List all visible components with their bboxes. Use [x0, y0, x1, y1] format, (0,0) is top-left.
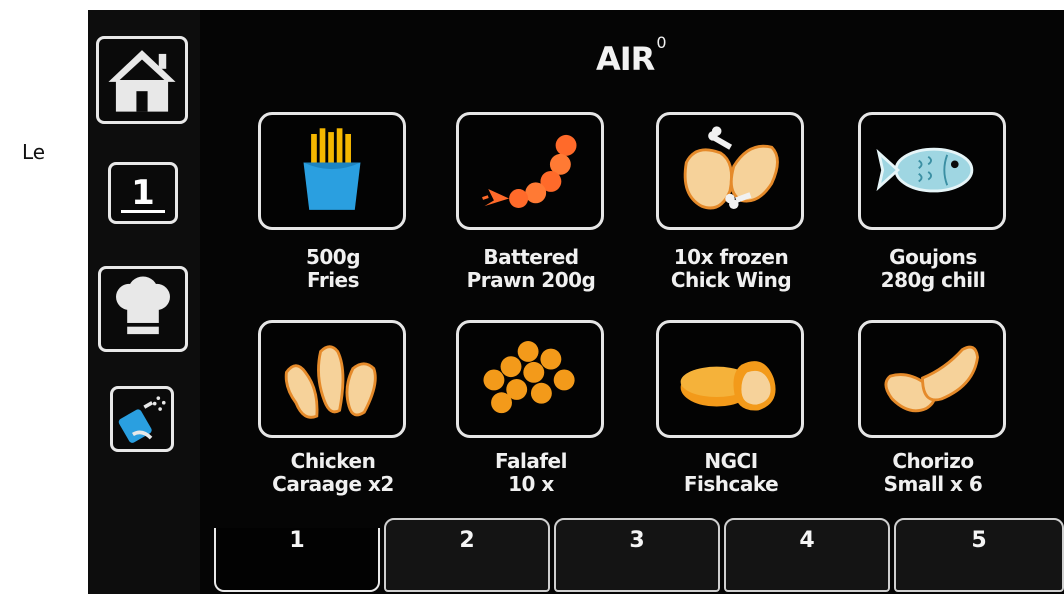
preset-caption: Goujons 280g chill: [880, 245, 986, 292]
preset-chicken-karaage[interactable]: [258, 320, 406, 438]
chef-button[interactable]: [98, 266, 188, 352]
clean-button[interactable]: [110, 386, 174, 452]
logo-superscript: 0: [656, 33, 666, 53]
preset-falafel[interactable]: [456, 320, 604, 438]
preset-chorizo[interactable]: [858, 320, 1006, 438]
page-number-label: 1: [131, 173, 155, 213]
preset-fishcake[interactable]: [656, 320, 804, 438]
sidebar: 1: [88, 10, 200, 594]
falafel-icon: [483, 341, 575, 414]
preset-caption: 500g Fries: [305, 245, 361, 292]
touch-screen: 1 AIR 0 500g Fries Battered Prawn 200g 1…: [88, 10, 1064, 594]
page-number-underline: [121, 210, 165, 213]
preset-caption: Chicken Caraage x2: [272, 449, 394, 496]
preset-caption: Chorizo Small x 6: [883, 449, 983, 496]
preset-caption: Falafel 10 x: [495, 449, 567, 496]
fishcake-icon: [680, 361, 776, 411]
fish-icon: [876, 147, 974, 193]
prawn-icon: [482, 134, 577, 209]
home-button[interactable]: [96, 36, 188, 124]
chorizo-icon: [884, 345, 979, 413]
preset-fries[interactable]: [258, 112, 406, 230]
preset-caption: 10x frozen Chick Wing: [670, 245, 792, 292]
logo-text: AIR: [596, 40, 655, 78]
chef-hat-icon: [116, 276, 170, 335]
cleaning-spray-icon: [118, 396, 166, 443]
tab-2[interactable]: 2: [384, 518, 550, 592]
tab-4[interactable]: 4: [724, 518, 890, 592]
tab-5[interactable]: 5: [894, 518, 1064, 592]
chicken-wing-icon: [683, 126, 779, 210]
preset-fish[interactable]: [858, 112, 1006, 230]
tab-1[interactable]: 1: [214, 528, 380, 592]
fries-icon: [303, 128, 361, 210]
preset-chicken-wing[interactable]: [656, 112, 804, 230]
page-tabs: 1 2 3 4 5: [200, 514, 1064, 594]
preset-prawn[interactable]: [456, 112, 604, 230]
page-number-button[interactable]: 1: [108, 162, 178, 224]
side-text: Le: [22, 140, 46, 164]
preset-caption: Battered Prawn 200g: [466, 245, 596, 292]
tab-3[interactable]: 3: [554, 518, 720, 592]
air-logo: AIR 0: [596, 33, 667, 78]
house-icon: [108, 50, 176, 112]
chicken-karaage-icon: [284, 345, 377, 419]
preset-caption: NGCI Fishcake: [683, 449, 779, 496]
